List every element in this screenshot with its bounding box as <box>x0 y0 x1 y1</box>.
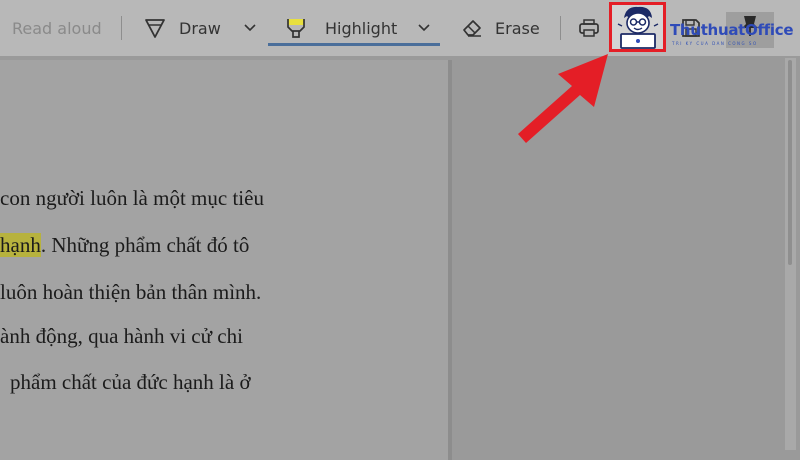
eraser-icon <box>461 18 483 38</box>
draw-label: Draw <box>179 18 221 38</box>
highlight-options-chevron-icon[interactable] <box>418 0 430 56</box>
erase-button[interactable]: Erase <box>461 0 540 56</box>
draw-button[interactable]: Draw <box>144 0 221 56</box>
toolbar-separator <box>560 16 561 40</box>
document-line: hạnh. Những phẩm chất đó tô <box>0 233 249 258</box>
highlighter-icon <box>286 17 306 39</box>
draw-options-chevron-icon[interactable] <box>244 0 256 56</box>
document-line: phẩm chất của đức hạnh là ở <box>10 370 251 395</box>
mascot-logo-icon <box>614 4 662 55</box>
page-edge <box>448 60 452 460</box>
print-icon[interactable] <box>578 0 600 56</box>
document-page <box>0 60 448 460</box>
highlight-button[interactable]: Highlight <box>286 0 397 56</box>
highlighted-text: hạnh <box>0 233 41 257</box>
erase-label: Erase <box>495 18 540 38</box>
scrollbar-thumb[interactable] <box>788 60 792 265</box>
text-run: ành động, qua hành vi cử chi <box>0 324 243 348</box>
text-run: . Những phẩm chất đó tô <box>40 233 250 257</box>
document-line: luôn hoàn thiện bản thân mình. <box>0 280 261 305</box>
document-line: ành động, qua hành vi cử chi <box>0 324 243 349</box>
brand-logo-text: ThuthuatOffice <box>670 21 794 39</box>
document-line: con người luôn là một mục tiêu <box>0 186 264 211</box>
brand-tagline: TRI KY CUA DAN CONG SO <box>672 41 758 46</box>
draw-icon <box>144 17 166 39</box>
read-aloud-label: Read aloud <box>12 18 102 38</box>
text-run: con người luôn là một mục tiêu <box>0 186 264 210</box>
highlight-label: Highlight <box>325 18 398 38</box>
text-run: luôn hoàn thiện bản thân mình. <box>0 280 262 304</box>
text-run: phẩm chất của đức hạnh là ở <box>10 370 251 394</box>
toolbar-separator <box>121 16 122 40</box>
red-arrow-icon <box>510 50 620 155</box>
read-aloud-button[interactable]: Read aloud <box>12 0 102 56</box>
